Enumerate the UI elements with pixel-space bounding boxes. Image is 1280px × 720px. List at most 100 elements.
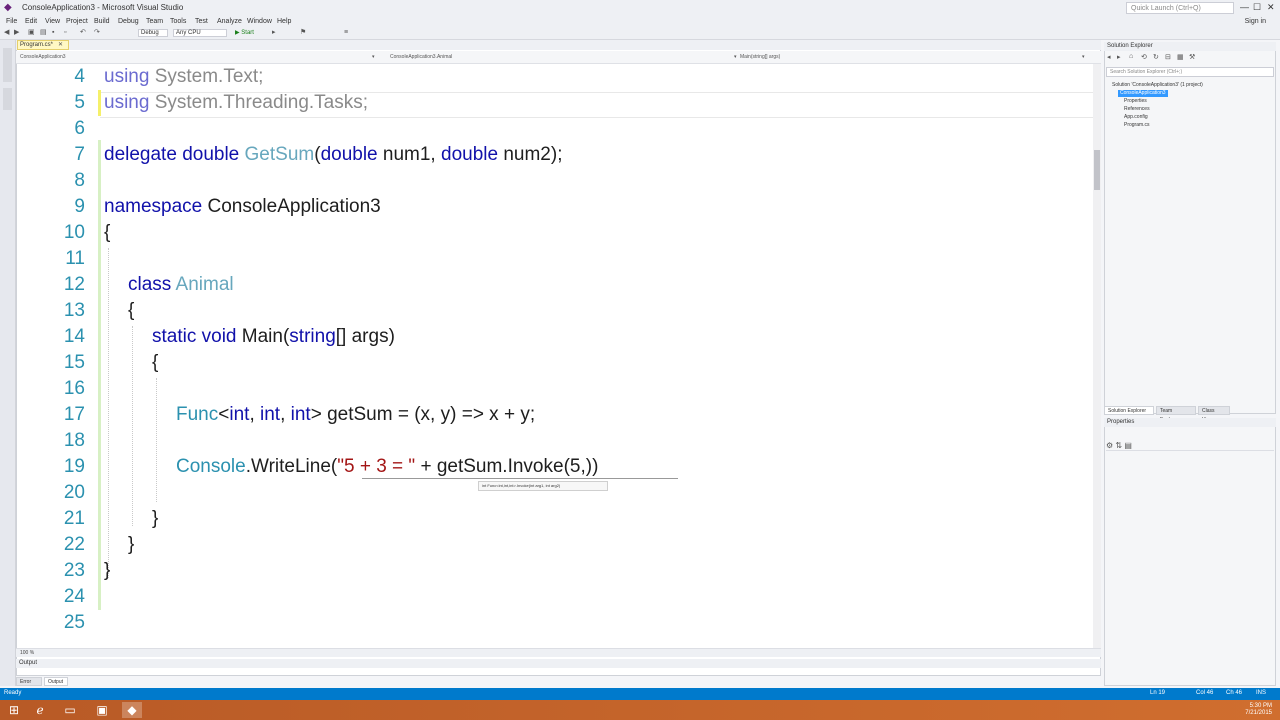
indent-guide: [132, 326, 133, 526]
menu-help[interactable]: Help: [277, 18, 291, 25]
line-number-gutter: 4 5 6 7 8 9 10 11 12 13 14 15 16 17 18 1…: [17, 64, 97, 648]
nav-down-icon[interactable]: ▾: [372, 53, 375, 61]
menu-edit[interactable]: Edit: [25, 18, 37, 25]
menu-debug[interactable]: Debug: [118, 18, 139, 25]
line-number: 11: [65, 248, 85, 269]
keyword: int: [290, 404, 311, 425]
menu-tools[interactable]: Tools: [170, 18, 186, 25]
line-number: 24: [63, 586, 85, 607]
menu-team[interactable]: Team: [146, 18, 163, 25]
menu-file[interactable]: File: [6, 18, 17, 25]
code-text: <: [218, 404, 230, 425]
menu-build[interactable]: Build: [94, 18, 110, 25]
code-editor[interactable]: [16, 40, 1101, 660]
properties-icon[interactable]: ▦: [1177, 53, 1184, 61]
menu-analyze[interactable]: Analyze: [217, 18, 242, 25]
line-number: 13: [63, 300, 85, 321]
home-icon[interactable]: ⌂: [1129, 53, 1133, 60]
windows-taskbar: ⊞ ℯ ▭ ▣ ◆ 5:30 PM 7/21/2015: [0, 700, 1280, 720]
nav-down-icon-3[interactable]: ▾: [1082, 53, 1085, 61]
tab-output[interactable]: Output: [44, 677, 68, 686]
minimize-button[interactable]: —: [1240, 2, 1249, 12]
tab-team-explorer[interactable]: Team Explorer: [1156, 406, 1196, 423]
save-all-icon[interactable]: ▫: [64, 29, 71, 36]
tab-error-list[interactable]: Error List: [16, 677, 42, 694]
internet-explorer-icon[interactable]: ℯ: [30, 702, 50, 718]
redo-icon[interactable]: ↷: [94, 29, 101, 36]
back-icon[interactable]: ◀: [4, 29, 11, 36]
nav-member-dropdown[interactable]: Main(string[] args): [740, 53, 780, 61]
nav-project-dropdown[interactable]: ConsoleApplication3: [20, 53, 66, 61]
alphabetical-icon[interactable]: ⇅: [1115, 441, 1122, 450]
tree-app-config[interactable]: App.config: [1124, 114, 1148, 121]
unsaved-change-marker: [98, 90, 101, 116]
forward-icon[interactable]: ▸: [1117, 53, 1121, 61]
navigation-bar: ConsoleApplication3 ▾ ConsoleApplication…: [16, 51, 1101, 64]
forward-icon[interactable]: ▶: [14, 29, 21, 36]
wrench-icon[interactable]: ⚒: [1189, 53, 1195, 61]
toolbox-tab[interactable]: [3, 88, 12, 110]
comment-icon[interactable]: ≡: [344, 29, 351, 36]
nav-down-icon-2[interactable]: ▾: [734, 53, 737, 61]
quick-launch-input[interactable]: Quick Launch (Ctrl+Q): [1126, 2, 1234, 14]
solution-platform-dropdown[interactable]: Any CPU: [173, 29, 227, 37]
menu-project[interactable]: Project: [66, 18, 88, 25]
menu-bar: File Edit View Project Build Debug Team …: [0, 17, 1280, 28]
nav-class-dropdown[interactable]: ConsoleApplication3.Animal: [390, 53, 452, 61]
file-explorer-icon[interactable]: ▭: [60, 702, 80, 718]
refresh-icon[interactable]: ↻: [1153, 53, 1159, 61]
tree-program-cs[interactable]: Program.cs: [1124, 122, 1150, 129]
clock-time: 5:30 PM: [1249, 703, 1272, 709]
toolbar-extra-icon[interactable]: ▸: [272, 29, 279, 36]
scrollbar-thumb[interactable]: [1094, 150, 1100, 190]
server-explorer-tab[interactable]: [3, 48, 12, 82]
start-menu-icon[interactable]: ⊞: [4, 702, 24, 718]
solution-configuration-dropdown[interactable]: Debug: [138, 29, 168, 37]
categorized-icon[interactable]: ⚙: [1106, 441, 1113, 450]
menu-test[interactable]: Test: [195, 18, 208, 25]
status-char: Ch 46: [1226, 690, 1243, 696]
tab-class-view[interactable]: Class View: [1198, 406, 1230, 423]
code-text: System.Threading.Tasks;: [149, 92, 369, 113]
keyword: int: [260, 404, 281, 425]
line-number: 21: [63, 508, 85, 529]
editor-zoom-level[interactable]: 100 %: [16, 648, 1101, 657]
start-button[interactable]: ▶ Start: [235, 29, 254, 36]
tree-properties[interactable]: Properties: [1124, 98, 1147, 105]
close-button[interactable]: ✕: [1267, 2, 1275, 13]
type-name: Func: [176, 404, 219, 425]
collapse-icon[interactable]: ⊟: [1165, 53, 1171, 61]
excel-icon[interactable]: ▣: [92, 702, 112, 718]
menu-window[interactable]: Window: [247, 18, 272, 25]
close-tab-icon[interactable]: ✕: [58, 41, 63, 48]
save-icon[interactable]: ▪: [52, 29, 59, 36]
maximize-button[interactable]: ☐: [1253, 2, 1261, 13]
property-pages-icon[interactable]: ▤: [1124, 441, 1132, 450]
line-number: 17: [63, 404, 85, 425]
code-text: > getSum = (x, y) => x + y;: [310, 404, 536, 425]
bookmark-icon[interactable]: ⚑: [300, 29, 307, 36]
code-line-4: using System.Text;: [104, 66, 263, 88]
code-text: Main(: [236, 326, 290, 347]
tree-project[interactable]: ConsoleApplication3: [1118, 90, 1168, 97]
line-number: 6: [74, 118, 85, 139]
open-icon[interactable]: ▤: [40, 29, 47, 36]
undo-icon[interactable]: ↶: [80, 29, 87, 36]
editor-vertical-scrollbar[interactable]: [1093, 64, 1101, 648]
new-project-icon[interactable]: ▣: [28, 29, 35, 36]
back-icon[interactable]: ◂: [1107, 53, 1111, 61]
tab-solution-explorer[interactable]: Solution Explorer: [1104, 406, 1154, 415]
line-number: 7: [74, 144, 85, 165]
keyword: using: [104, 92, 150, 113]
document-tab-strip: [16, 40, 1101, 50]
status-line: Ln 19: [1150, 690, 1166, 696]
visual-studio-icon[interactable]: ◆: [122, 702, 142, 718]
sign-in-link[interactable]: Sign in: [1245, 18, 1266, 25]
solution-explorer-search[interactable]: Search Solution Explorer (Ctrl+;): [1106, 67, 1274, 77]
tree-solution[interactable]: Solution 'ConsoleApplication3' (1 projec…: [1112, 82, 1203, 89]
line-number: 12: [63, 274, 85, 295]
keyword: class: [128, 274, 172, 295]
tree-references[interactable]: References: [1124, 106, 1150, 113]
sync-icon[interactable]: ⟲: [1141, 53, 1147, 61]
menu-view[interactable]: View: [45, 18, 60, 25]
